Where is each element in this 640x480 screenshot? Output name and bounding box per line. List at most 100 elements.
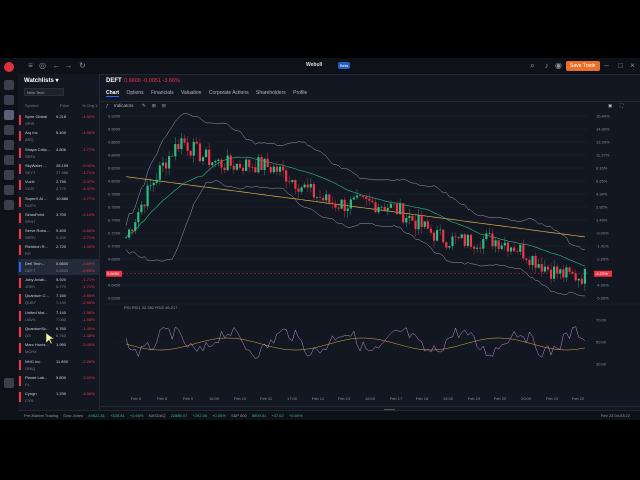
bell-icon[interactable]: ♪ [542,61,551,70]
tab-corporate-actions[interactable]: Corporate Actions [209,90,249,96]
account-icon[interactable]: ◉ [554,61,563,70]
markets-icon[interactable] [4,95,14,105]
watchlist-item-volume: 6.760 [56,332,67,338]
candle-body [525,258,528,260]
watchlist-item[interactable]: NHG Inc ONIQ 11.890 -2.26% [18,357,99,373]
candle-body [426,221,429,229]
watchlist-item-change: -1.98% [82,130,95,136]
alerts-icon[interactable] [4,200,14,210]
chart-icon[interactable] [4,125,14,135]
search-icon[interactable]: ⌕ [528,61,537,70]
watchlist-item[interactable]: QuantumSc... QS 6.760 -1.45% 6.760 -1.45% [18,324,99,340]
layout-icon[interactable]: ⊟ [162,103,166,109]
settings-icon[interactable] [4,378,14,388]
compare-icon[interactable]: ⊞ [152,103,156,109]
camera-icon[interactable]: ▣ [608,103,612,109]
header-change[interactable]: % Chg 1 [82,103,97,108]
candle-body [288,181,291,183]
x-tick-label: Feb 18 [416,396,429,401]
watchlist-item-volume: 7.140 [56,300,67,306]
close-icon[interactable]: × [628,61,637,70]
candle-body [466,234,469,246]
draw-icon[interactable]: ✎ [142,103,146,109]
portfolio-icon[interactable] [4,170,14,180]
watchlist-item[interactable]: Joby Aviati... JOBY 5.920 -1.71% 5.770 -1.71% [18,275,99,291]
home-icon[interactable] [4,80,14,90]
watchlist-item[interactable]: SkyWater ... SKYT 28.199 -0.42% 27.986 -1.71% [18,161,99,177]
y-tick-label: 0.7800 [108,192,121,197]
watchlist-icon[interactable] [4,110,14,120]
tab-valuation[interactable]: Valuation [181,90,201,96]
candle-body [180,138,183,150]
candle-body [553,266,556,279]
indicators-button[interactable]: Indicators [114,103,134,108]
orders-icon[interactable] [4,185,14,195]
tab-profile[interactable]: Profile [293,90,307,96]
dow-pct: +0.66% [129,413,144,418]
candle-body [549,269,553,279]
y-pct-tick-label: 6.25% [596,179,608,184]
candle-body [479,247,482,249]
watchlist-item[interactable]: SuperX AI ... SUPX 10.886 -3.77% [18,194,99,210]
tab-financials[interactable]: Financials [151,90,174,96]
watchlist-title[interactable]: Watchlists ▾ [24,77,58,84]
candle-body [365,196,368,199]
header-price[interactable]: Price [60,103,69,108]
minimize-icon[interactable]: – [602,61,611,70]
fullscreen-icon[interactable]: ⛶ [620,103,623,108]
candle-body [214,161,217,163]
candle-body [457,237,460,239]
candle-body [472,246,476,249]
watchlist-header: Symbol Price % Chg 1 [18,101,99,109]
x-tick-label: 20:00 [521,396,532,401]
watchlist-item-price: 10.886 [56,195,69,201]
tab-shareholders[interactable]: Shareholders [256,90,286,96]
watchlist-selector[interactable]: New Tech [24,88,64,96]
candle-body [522,244,525,259]
watchlist-item-marker [19,294,21,305]
forward-icon[interactable]: → [64,61,73,70]
watchlist-item[interactable]: Planet Lab... PL 5.800 -3.01% [18,373,99,389]
menu-icon[interactable]: ≡ [26,61,35,70]
candle-body [534,255,537,268]
watchlist-item[interactable]: Spire Global SPIR 9.218 -1.92% [18,112,99,128]
news-icon[interactable] [4,140,14,150]
watchlist-item[interactable]: Arq Inc ARQ 5.400 -1.98% [18,128,99,144]
back-icon[interactable]: ← [52,61,61,70]
watchlist-item[interactable]: Defi Tech... DEFT 0.6600 -0.69% 0.6600 -0.69% [18,258,99,275]
watchlist-item[interactable]: Quantum C... QUBT 7.160 -4.55% 7.140 -4.55% [18,291,99,307]
candle-body [149,185,152,186]
tab-options[interactable]: Options [126,90,143,96]
save-trade-button[interactable]: Save Trade [566,61,600,71]
watchlist-item[interactable]: Richtech R... RR 2.720 -1.45% [18,242,99,258]
watchlist-item[interactable]: United Mot... UAVS 7.140 -1.98% 7.080 -1.98% [18,308,99,324]
y-tick-label: 0.8600 [108,140,121,145]
refresh-icon[interactable]: ↻ [78,61,87,70]
header-symbol[interactable]: Symbol [25,103,38,108]
maximize-icon[interactable]: □ [616,61,625,70]
watchlist-item[interactable]: Shapa Critic... SRTA 4.806 -1.77% [18,145,99,161]
indicators-icon[interactable]: ƒ [106,103,109,108]
target-icon[interactable]: ◎ [38,61,47,70]
price-chart[interactable]: 0.9200 16.40% 0.9000 14.89% 0.8600 12.29% 0.84… [100,110,640,406]
candle-body [491,233,494,247]
watchlist-item-name: Spire Global [25,114,48,119]
tab-chart[interactable]: Chart [106,90,120,97]
watchlist-item[interactable]: Serve Robo... SERV 9.400 -5.86% 9.200 -2.71% [18,226,99,242]
y-tick-label: 0.8200 [108,166,121,171]
watchlist-item-change: -1.98% [82,309,95,315]
watchlist-item-price: 7.160 [56,293,67,299]
candle-body [312,183,315,198]
beta-badge: Beta [338,62,351,69]
watchlist-item-volume: 9.200 [56,235,67,241]
screener-icon[interactable] [4,155,14,165]
watchlist-item-name: Shapa Critic... [25,146,51,152]
watchlist-item[interactable]: Cyngn CYN 1.230 -4.58% [18,389,99,405]
candle-body [568,267,571,272]
candle-body [198,143,201,162]
candle-body [583,268,586,284]
watchlist-item[interactable]: Vuzix VUZI 2.750 -3.47% 2.770 -3.47% [18,177,99,193]
watchlist-item[interactable]: SiriusPoint SPNT 3.700 -2.10% [18,210,99,226]
watchlist-item[interactable]: Marc Hunts... MCHX 1.990 -3.40% [18,340,99,356]
watchlist-item-change2: -4.55% [82,300,95,306]
